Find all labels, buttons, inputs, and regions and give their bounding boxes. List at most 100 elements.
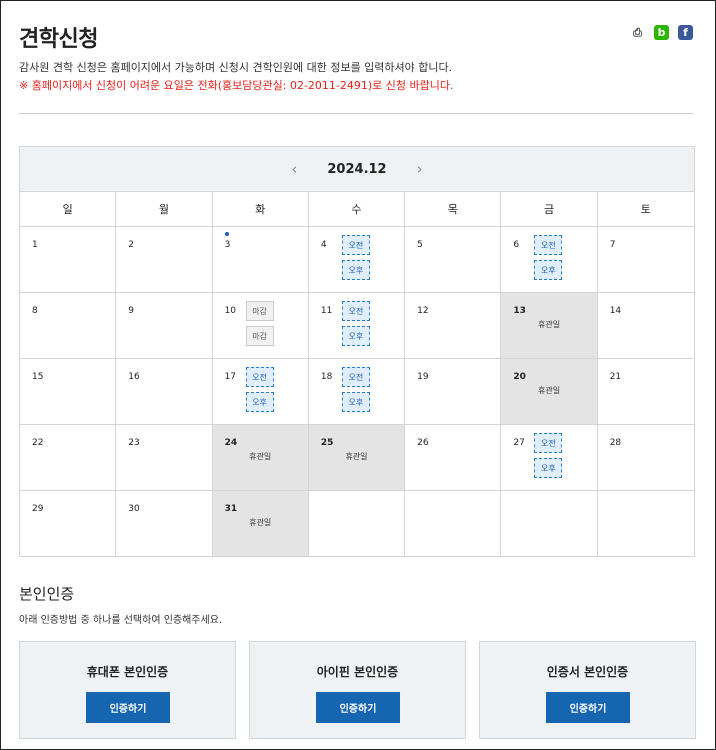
time-slots: 오전오후 (341, 301, 370, 346)
weekday-label: 토 (640, 203, 651, 216)
time-slot-button[interactable]: 오전 (534, 433, 563, 453)
time-slots: 오전오후 (341, 235, 370, 280)
page-description: 감사원 견학 신청은 홈페이지에서 가능하며 신청시 견학인원에 대한 정보를 … (19, 61, 453, 74)
calendar-day: 15 (20, 359, 117, 424)
day-number: 13 (513, 306, 526, 316)
day-number: 4 (320, 240, 327, 250)
phone-notice: ※ 홈페이지에서 신청이 어려운 요일은 전화(홍보담당관실: 02-2011-… (19, 79, 454, 92)
calendar-day: 6 오전오후 (501, 227, 598, 292)
calendar-header: ‹ 2024.12 › (20, 147, 694, 192)
day-number: 19 (417, 372, 429, 382)
calendar-day: 22 (20, 425, 117, 490)
auth-section-title: 본인인증 (19, 585, 75, 603)
calendar-day: 27 오전오후 (501, 425, 598, 490)
day-number: 8 (32, 306, 38, 316)
phone-auth-box: 휴대폰 본인인증 인증하기 (19, 641, 236, 739)
time-slot-button[interactable]: 오후 (341, 392, 370, 412)
day-number: 17 (224, 372, 237, 382)
certificate-auth-button[interactable]: 인증하기 (546, 692, 630, 723)
day-number: 27 (513, 438, 525, 448)
blog-icon[interactable]: b (654, 25, 669, 40)
calendar-week: 1 2 3 4 오전 오후 5 6 오전 오후 7 (20, 227, 694, 293)
time-slot-button[interactable]: 오전 (341, 301, 370, 321)
ipin-auth-box: 아이핀 본인인증 인증하기 (249, 641, 466, 739)
calendar-day: 31 휴관일 (212, 491, 309, 556)
calendar-body: 1 2 3 4 오전 오후 5 6 오전 오후 7 8 9 10 마감 마감 11 오전 오후 12 13 휴관일 14 15… (20, 227, 694, 556)
day-number: 20 (513, 372, 526, 382)
holiday-label: 휴관일 (538, 320, 561, 329)
print-icon[interactable]: ⎙ (630, 25, 645, 40)
day-number: 26 (417, 438, 429, 448)
next-month-button[interactable]: › (417, 160, 423, 178)
calendar-day: 25 휴관일 (308, 425, 406, 490)
calendar-day: 23 (116, 425, 213, 490)
time-slots: 마감 마감 (245, 301, 274, 346)
day-number: 16 (128, 372, 140, 382)
facebook-icon[interactable]: f (678, 25, 693, 40)
calendar-day: 14 (598, 293, 694, 358)
calendar-week: 29 30 31 휴관일 (20, 491, 694, 556)
day-number: 6 (513, 240, 520, 250)
holiday-label: 휴관일 (538, 386, 561, 395)
time-slot-button[interactable]: 오후 (341, 326, 370, 346)
holiday-label: 휴관일 (345, 452, 368, 461)
day-number: 28 (609, 438, 622, 448)
weekday-label: 목 (405, 192, 502, 226)
calendar-day: 17 오전오후 (213, 359, 309, 424)
day-number: 5 (417, 240, 423, 250)
calendar-day: 24 휴관일 (212, 425, 309, 490)
calendar-day: 26 (405, 425, 502, 490)
time-slot-button[interactable]: 오후 (534, 260, 563, 280)
calendar-day: 30 (116, 491, 213, 556)
calendar-day: 10 마감 마감 (213, 293, 309, 358)
ipin-auth-title: 아이핀 본인인증 (316, 665, 399, 679)
day-number: 31 (224, 504, 238, 514)
prev-month-button[interactable]: ‹ (291, 160, 297, 178)
day-number: 24 (224, 438, 238, 448)
calendar-day (309, 491, 406, 556)
day-number: 22 (32, 438, 44, 448)
time-slots: 오전오후 (341, 367, 370, 412)
closed-slot-badge: 마감 (245, 301, 274, 321)
time-slot-button[interactable]: 오전 (341, 367, 370, 387)
calendar-week: 8 9 10 마감 마감 11 오전 오후 12 13 휴관일 14 (20, 293, 694, 359)
phone-auth-button[interactable]: 인증하기 (86, 692, 170, 723)
time-slot-button[interactable]: 오후 (245, 392, 274, 412)
calendar-day: 28 (598, 425, 694, 490)
time-slot-button[interactable]: 오전 (245, 367, 274, 387)
time-slot-button[interactable]: 오후 (341, 260, 370, 280)
day-number: 1 (32, 240, 38, 250)
time-slots: 오전오후 (245, 367, 274, 412)
calendar-day: 4 오전오후 (309, 227, 406, 292)
time-slots: 오전오후 (534, 235, 563, 280)
today-marker (224, 232, 229, 236)
weekday-label: 화 (213, 192, 309, 226)
phone-auth-title: 휴대폰 본인인증 (86, 665, 169, 679)
auth-description: 아래 인증방법 중 하나를 선택하여 인증해주세요. (19, 615, 223, 626)
calendar-day: 5 (405, 227, 502, 292)
day-number: 14 (609, 306, 622, 316)
day-number: 29 (32, 504, 44, 514)
day-number: 15 (32, 372, 44, 382)
share-icons: ⎙ b f (630, 25, 693, 40)
ipin-auth-button[interactable]: 인증하기 (316, 692, 400, 723)
time-slot-button[interactable]: 오전 (341, 235, 370, 255)
time-slot-button[interactable]: 오전 (534, 235, 563, 255)
calendar-day: 2 (116, 227, 213, 292)
day-number: 18 (320, 372, 333, 382)
calendar-day (501, 491, 598, 556)
weekday-header: 일월화수목금 토 (20, 192, 694, 227)
time-slot-button[interactable]: 오후 (534, 458, 563, 478)
day-number: 2 (128, 240, 135, 250)
weekday-label: 일 (20, 192, 117, 226)
day-number: 9 (128, 306, 135, 316)
calendar-day: 7 (598, 227, 694, 292)
calendar-day: 9 (116, 293, 213, 358)
day-number: 23 (128, 438, 140, 448)
current-month: 2024.12 (327, 161, 387, 177)
calendar-day (598, 491, 694, 556)
calendar-day: 1 (20, 227, 117, 292)
weekday-label: 수 (309, 192, 406, 226)
holiday-label: 휴관일 (249, 452, 272, 461)
calendar-week: 22 23 24 휴관일 25 휴관일 26 27 오전 오후 28 (20, 425, 694, 491)
